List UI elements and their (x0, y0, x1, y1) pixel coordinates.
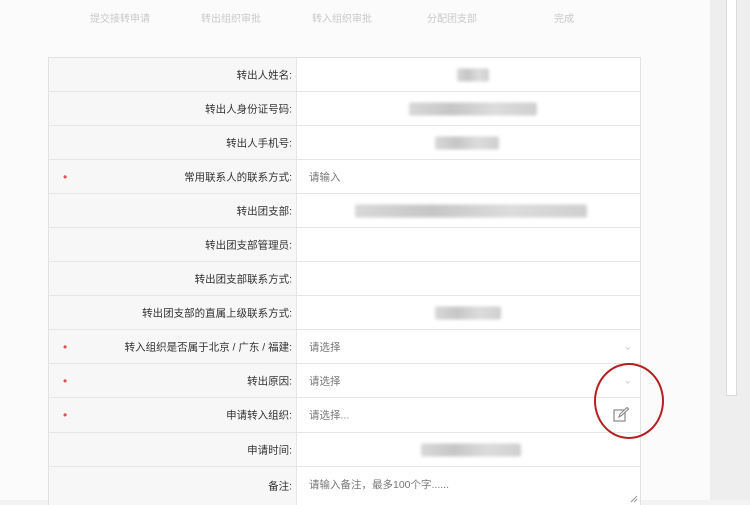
required-mark: • (63, 373, 68, 388)
field-value (297, 126, 640, 159)
field-value (297, 228, 640, 261)
field-value (297, 262, 640, 295)
form-row-remarks: 备注: 请输入备注，最多100个字...... (49, 467, 640, 505)
resize-handle-icon[interactable] (630, 495, 638, 503)
field-label: 转入组织是否属于北京 / 广东 / 福建: (124, 341, 292, 353)
contact-placeholder: 请输入 (309, 171, 341, 183)
field-label: 转出人姓名: (236, 69, 292, 81)
chevron-down-icon: ⌄ (623, 341, 632, 352)
field-label: 申请时间: (247, 444, 292, 456)
field-value (297, 92, 640, 125)
blurred-value (435, 306, 501, 319)
region-select[interactable]: 请选择 ⌄ (297, 330, 640, 363)
contact-input[interactable]: 请输入 (297, 160, 640, 193)
form-row-branch-admin: 转出团支部管理员: (49, 228, 640, 262)
annotation-circle (594, 363, 664, 439)
field-value (297, 296, 640, 329)
form-row-reason-select: • 转出原因: 请选择 ⌄ (49, 364, 640, 398)
step-complete: 完成 (554, 14, 574, 25)
target-org-placeholder: 请选择... (309, 409, 350, 422)
field-label: 转出团支部的直属上级联系方式: (142, 307, 292, 319)
form-row-branch-contact: 转出团支部联系方式: (49, 262, 640, 296)
field-label: 转出团支部: (236, 205, 292, 217)
form-row-apply-time: 申请时间: (49, 433, 640, 467)
step-out-approval: 转出组织审批 (201, 14, 261, 25)
progress-steps: 提交接转申请 转出组织审批 转入组织审批 分配团支部 完成 (40, 10, 680, 28)
form-row-region-select: • 转入组织是否属于北京 / 广东 / 福建: 请选择 ⌄ (49, 330, 640, 364)
blurred-value (421, 443, 521, 456)
form-row-superior-contact: 转出团支部的直属上级联系方式: (49, 296, 640, 330)
remarks-textarea[interactable]: 请输入备注，最多100个字...... (297, 467, 640, 505)
field-value (297, 58, 640, 91)
reason-select[interactable]: 请选择 ⌄ (297, 364, 640, 397)
required-mark: • (63, 408, 68, 422)
target-org-picker[interactable]: 请选择... (297, 398, 640, 432)
remarks-placeholder: 请输入备注，最多100个字...... (309, 479, 450, 491)
region-select-placeholder: 请选择 (309, 341, 341, 353)
blurred-value (435, 136, 499, 149)
blurred-value (409, 102, 537, 115)
page: 提交接转申请 转出组织审批 转入组织审批 分配团支部 完成 转出人姓名: 转出人… (0, 0, 710, 505)
step-in-approval: 转入组织审批 (312, 14, 372, 25)
field-value (297, 433, 640, 466)
form-row-phone: 转出人手机号: (49, 126, 640, 160)
blurred-value (457, 68, 489, 81)
form-row-target-org: • 申请转入组织: 请选择... (49, 398, 640, 433)
step-submit: 提交接转申请 (90, 14, 150, 25)
field-label: 转出人手机号: (226, 137, 292, 149)
field-label: 申请转入组织: (226, 409, 292, 422)
field-label: 转出原因: (247, 375, 292, 387)
form-row-name: 转出人姓名: (49, 58, 640, 92)
form-row-contact: • 常用联系人的联系方式: 请输入 (49, 160, 640, 194)
blurred-value (355, 204, 587, 217)
scrollbar-thumb[interactable] (726, 0, 737, 396)
required-mark: • (63, 339, 68, 354)
form-row-id-number: 转出人身份证号码: (49, 92, 640, 126)
field-label: 转出团支部联系方式: (194, 273, 292, 285)
scrollbar[interactable] (710, 0, 750, 500)
form-row-out-branch: 转出团支部: (49, 194, 640, 228)
reason-select-placeholder: 请选择 (309, 375, 341, 387)
field-label: 转出团支部管理员: (205, 239, 292, 251)
field-label: 转出人身份证号码: (205, 103, 292, 115)
required-mark: • (63, 169, 68, 184)
field-label: 备注: (268, 480, 292, 493)
transfer-form: 转出人姓名: 转出人身份证号码: 转出人手机号: • 常用联系人的联系方式: 请… (48, 57, 641, 505)
field-label: 常用联系人的联系方式: (184, 171, 292, 183)
step-assign-branch: 分配团支部 (427, 14, 477, 25)
field-value (297, 194, 640, 227)
